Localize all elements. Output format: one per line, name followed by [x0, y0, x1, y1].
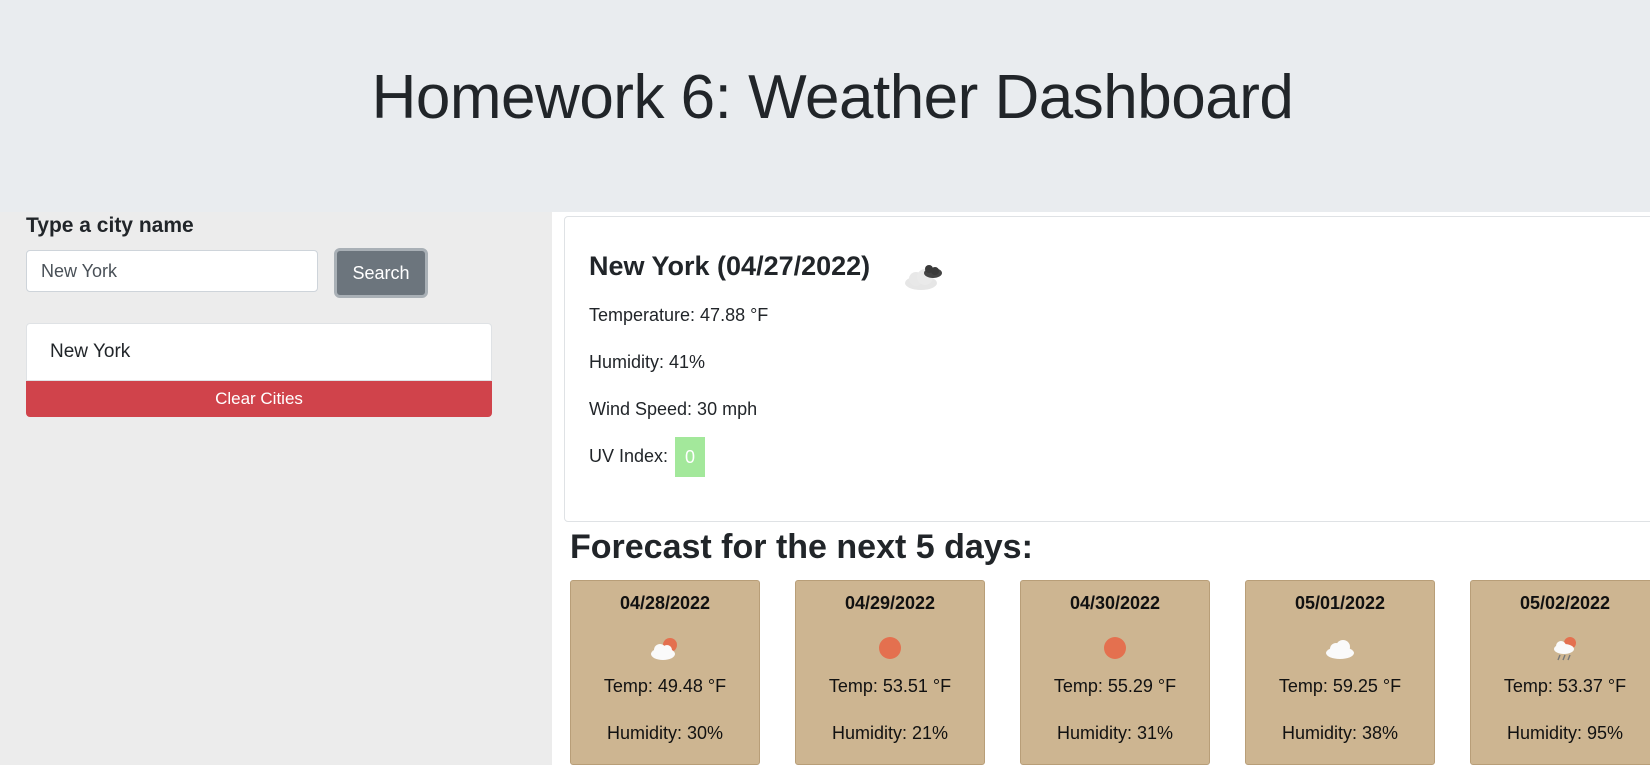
- current-wind-speed: Wind Speed: 30 mph: [589, 399, 758, 419]
- forecast-temp: Temp: 53.37 °F: [1503, 676, 1627, 696]
- uv-index-badge: 0: [675, 437, 706, 477]
- forecast-date: 04/30/2022: [1069, 593, 1161, 613]
- city-history-item[interactable]: New York: [26, 323, 492, 381]
- forecast-humidity: Humidity: 95%: [1506, 723, 1624, 743]
- current-weather-card: New York (04/27/2022) Temperature: 47.88…: [564, 216, 1650, 522]
- current-humidity: Humidity: 41%: [589, 352, 706, 372]
- current-uv-row: UV Index: 0: [589, 437, 706, 477]
- header-banner: Homework 6: Weather Dashboard: [0, 0, 1650, 212]
- city-search-input[interactable]: [26, 250, 318, 292]
- broken-clouds-icon: [899, 257, 945, 298]
- forecast-temp: Temp: 49.48 °F: [603, 676, 727, 696]
- forecast-card: 05/01/2022 Temp: 59.25 °F Humidity: 38%: [1245, 580, 1435, 765]
- forecast-humidity: Humidity: 38%: [1281, 723, 1399, 743]
- search-label: Type a city name: [26, 214, 194, 237]
- forecast-card: 04/29/2022 Temp: 53.51 °F Humidity: 21%: [795, 580, 985, 765]
- forecast-humidity: Humidity: 21%: [831, 723, 949, 743]
- uv-index-label: UV Index:: [589, 445, 669, 466]
- cloud-icon: [1246, 633, 1434, 663]
- search-button[interactable]: Search: [334, 248, 428, 298]
- forecast-card: 04/28/2022 Temp: 49.48 °F Humidity: 30%: [570, 580, 760, 765]
- forecast-temp: Temp: 53.51 °F: [828, 676, 952, 696]
- forecast-temp: Temp: 59.25 °F: [1278, 676, 1402, 696]
- sun-icon: [796, 633, 984, 663]
- forecast-title: Forecast for the next 5 days:: [570, 528, 1033, 566]
- city-history-list: New York Clear Cities: [26, 323, 492, 417]
- rain-sun-icon: [1471, 633, 1650, 663]
- forecast-date: 05/01/2022: [1294, 593, 1386, 613]
- forecast-card: 04/30/2022 Temp: 55.29 °F Humidity: 31%: [1020, 580, 1210, 765]
- current-city-heading: New York (04/27/2022): [589, 251, 871, 281]
- clear-cities-button[interactable]: Clear Cities: [26, 381, 492, 417]
- page-title: Homework 6: Weather Dashboard: [371, 63, 1294, 132]
- forecast-date: 04/29/2022: [844, 593, 936, 613]
- forecast-card: 05/02/2022 Temp: 53.37 °F Humidity: 95%: [1470, 580, 1650, 765]
- forecast-date: 04/28/2022: [619, 593, 711, 613]
- current-temperature: Temperature: 47.88 °F: [589, 305, 769, 325]
- partly-cloudy-icon: [571, 633, 759, 663]
- forecast-temp: Temp: 55.29 °F: [1053, 676, 1177, 696]
- sun-icon: [1021, 633, 1209, 663]
- forecast-humidity: Humidity: 30%: [606, 723, 724, 743]
- forecast-date: 05/02/2022: [1519, 593, 1611, 613]
- forecast-humidity: Humidity: 31%: [1056, 723, 1174, 743]
- sidebar: Type a city name Search New York Clear C…: [0, 212, 552, 765]
